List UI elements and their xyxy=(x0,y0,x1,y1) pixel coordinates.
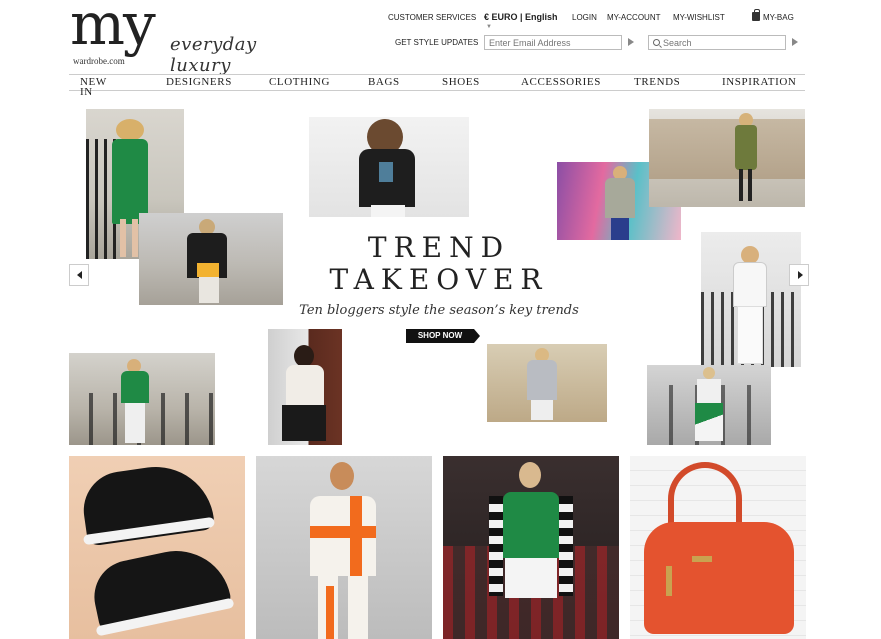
nav-clothing[interactable]: CLOTHING xyxy=(269,77,330,88)
site-logo[interactable]: my wardrobe.com everyday luxury xyxy=(70,0,310,76)
shop-now-button[interactable]: SHOP NOW xyxy=(406,329,480,343)
nav-accessories[interactable]: ACCESSORIES xyxy=(521,77,601,88)
logo-tagline: everyday luxury xyxy=(170,34,257,76)
main-navigation: NEW IN DESIGNERS CLOTHING BAGS SHOES ACC… xyxy=(69,74,805,98)
hero-subtitle: Ten bloggers style the season’s key tren… xyxy=(299,303,579,318)
carousel-prev-button[interactable] xyxy=(69,264,89,286)
hero-title-line1: TREND xyxy=(367,231,511,264)
orange-handbag-image xyxy=(630,456,806,639)
blogger-photo-seated[interactable] xyxy=(268,329,342,445)
search-box[interactable] xyxy=(648,35,786,50)
product-tile-handbag[interactable] xyxy=(630,456,806,639)
currency-language-selector[interactable]: € EURO | English xyxy=(484,12,558,22)
nav-new-in[interactable]: NEW IN xyxy=(80,77,114,98)
nav-trends[interactable]: TRENDS xyxy=(634,77,680,88)
hero-banner[interactable]: TREND TAKEOVER Ten bloggers style the se… xyxy=(69,107,809,447)
email-field[interactable] xyxy=(484,35,622,50)
hero-title-line2: TAKEOVER xyxy=(329,263,549,296)
blogger-photo-green-top[interactable] xyxy=(69,353,215,445)
nav-bags[interactable]: BAGS xyxy=(368,77,400,88)
studded-sneakers-image xyxy=(69,456,245,639)
blogger-photo-leather-jacket[interactable] xyxy=(139,213,283,305)
newsletter-label: GET STYLE UPDATES xyxy=(395,38,479,47)
blogger-photo-green-skirt[interactable] xyxy=(647,365,771,445)
newsletter-submit-arrow-icon[interactable] xyxy=(628,38,634,46)
shopping-bag-icon[interactable] xyxy=(752,9,760,21)
my-account-link[interactable]: MY-ACCOUNT xyxy=(607,13,660,22)
nav-inspiration[interactable]: INSPIRATION xyxy=(722,77,796,88)
logo-wordmark: my xyxy=(70,0,156,58)
my-wishlist-link[interactable]: MY-WISHLIST xyxy=(673,13,725,22)
product-tile-runway-green[interactable] xyxy=(443,456,619,639)
search-submit-arrow-icon[interactable] xyxy=(792,38,798,46)
login-link[interactable]: LOGIN xyxy=(572,13,597,22)
chevron-left-icon xyxy=(77,271,82,279)
search-icon xyxy=(653,39,660,46)
runway-look-green-image xyxy=(443,456,619,639)
blogger-photo-camo-dress[interactable] xyxy=(649,109,805,207)
chevron-down-icon[interactable]: ▼ xyxy=(486,24,492,30)
product-tile-sneakers[interactable] xyxy=(69,456,245,639)
product-tile-runway-orange[interactable] xyxy=(256,456,432,639)
chevron-right-icon xyxy=(798,271,803,279)
carousel-next-button[interactable] xyxy=(789,264,809,286)
nav-designers[interactable]: DESIGNERS xyxy=(166,77,232,88)
runway-look-orange-image xyxy=(256,456,432,639)
search-input[interactable] xyxy=(663,36,783,49)
blogger-photo-biker-jacket[interactable] xyxy=(309,117,469,217)
nav-shoes[interactable]: SHOES xyxy=(442,77,480,88)
my-bag-link[interactable]: MY-BAG xyxy=(763,13,794,22)
customer-services-link[interactable]: CUSTOMER SERVICES xyxy=(388,13,476,22)
logo-domain: wardrobe.com xyxy=(73,56,125,66)
blogger-photo-grey-coat[interactable] xyxy=(487,344,607,422)
blogger-photo-white-outfit[interactable] xyxy=(701,232,801,367)
